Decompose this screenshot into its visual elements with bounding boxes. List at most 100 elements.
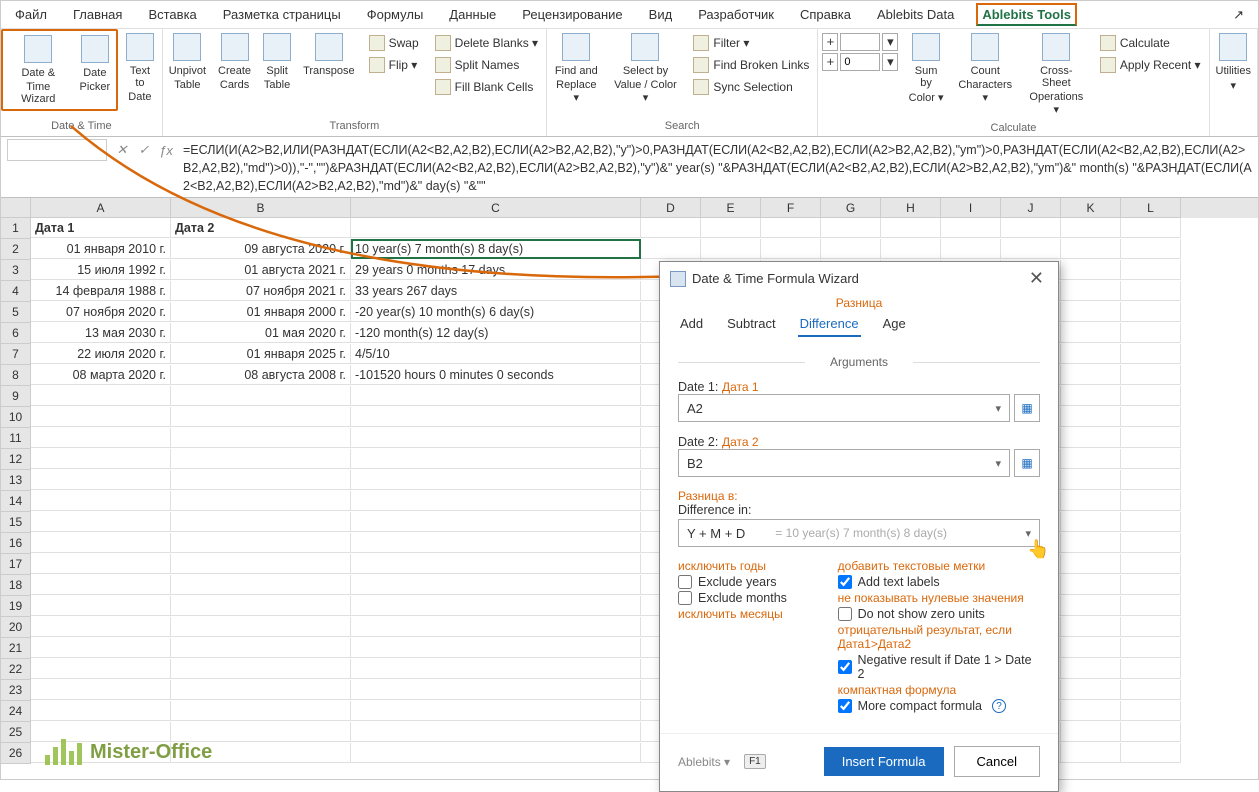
date2-input[interactable]: B2▾ (678, 449, 1010, 477)
cell[interactable] (701, 218, 761, 238)
cell[interactable] (641, 218, 701, 238)
cell[interactable] (1121, 701, 1181, 721)
cell[interactable] (1121, 407, 1181, 427)
cell[interactable] (1121, 512, 1181, 532)
cell[interactable] (171, 512, 351, 532)
delete-blanks--button[interactable]: Delete Blanks ▾ (429, 33, 544, 53)
col-header-D[interactable]: D (641, 198, 701, 218)
exclude-years-checkbox[interactable]: Exclude years (678, 575, 834, 589)
spinner-input[interactable] (840, 53, 880, 71)
cell[interactable] (171, 470, 351, 490)
cell[interactable] (1121, 365, 1181, 385)
date-time-wizard-button[interactable]: Date &Time Wizard (3, 31, 74, 109)
cell[interactable]: 01 января 2025 г. (171, 344, 351, 364)
cell[interactable]: 22 июля 2020 г. (31, 344, 171, 364)
cell[interactable]: -20 year(s) 10 month(s) 6 day(s) (351, 302, 641, 322)
row-header[interactable]: 13 (1, 470, 31, 491)
cell[interactable] (171, 701, 351, 721)
cell[interactable] (351, 533, 641, 553)
cell[interactable] (1121, 659, 1181, 679)
count-characters-button[interactable]: CountCharacters ▾ (950, 29, 1021, 108)
utilities-button[interactable]: Utilities▾ (1210, 29, 1257, 96)
cell[interactable] (1121, 638, 1181, 658)
cell[interactable]: 01 августа 2021 г. (171, 260, 351, 280)
cell[interactable] (1121, 302, 1181, 322)
cell[interactable] (1061, 596, 1121, 616)
split-table-button[interactable]: SplitTable (257, 29, 297, 95)
date1-range-button[interactable]: ▦ (1014, 394, 1040, 422)
cell[interactable] (1121, 722, 1181, 742)
menu-ablebits-data[interactable]: Ablebits Data (873, 3, 958, 26)
cell[interactable] (1121, 428, 1181, 448)
date2-range-button[interactable]: ▦ (1014, 449, 1040, 477)
row-header[interactable]: 23 (1, 680, 31, 701)
cell[interactable]: 13 мая 2030 г. (31, 323, 171, 343)
f1-help-icon[interactable]: F1 (744, 754, 766, 769)
cell[interactable] (351, 218, 641, 238)
cell[interactable] (351, 512, 641, 532)
share-icon[interactable]: ↗ (1229, 3, 1248, 27)
cell[interactable] (1061, 323, 1121, 343)
cell[interactable] (1121, 449, 1181, 469)
cell[interactable] (351, 680, 641, 700)
cell[interactable] (31, 386, 171, 406)
no-zero-units-checkbox[interactable]: Do not show zero units (838, 607, 1040, 621)
negative-result-checkbox[interactable]: Negative result if Date 1 > Date 2 (838, 653, 1040, 681)
cell[interactable] (1121, 743, 1181, 763)
row-header[interactable]: 6 (1, 323, 31, 344)
help-icon[interactable]: ? (992, 699, 1006, 713)
cell[interactable]: 08 марта 2020 г. (31, 365, 171, 385)
menu-разметка-страницы[interactable]: Разметка страницы (219, 3, 345, 26)
cell[interactable] (1061, 638, 1121, 658)
cell[interactable] (1121, 323, 1181, 343)
cell[interactable]: 33 years 267 days (351, 281, 641, 301)
cell[interactable] (881, 218, 941, 238)
cell[interactable] (351, 428, 641, 448)
row-header[interactable]: 7 (1, 344, 31, 365)
cell[interactable]: 10 year(s) 7 month(s) 8 day(s) (351, 239, 641, 259)
row-header[interactable]: 18 (1, 575, 31, 596)
cell[interactable]: 15 июля 1992 г. (31, 260, 171, 280)
cell[interactable] (31, 638, 171, 658)
cell[interactable] (351, 743, 641, 763)
flip--button[interactable]: Flip ▾ (363, 55, 425, 75)
menu-главная[interactable]: Главная (69, 3, 126, 26)
row-header[interactable]: 11 (1, 428, 31, 449)
cell[interactable]: 29 years 0 months 17 days (351, 260, 641, 280)
spinner-up[interactable]: + (822, 33, 838, 51)
split-names-button[interactable]: Split Names (429, 55, 544, 75)
row-header[interactable]: 5 (1, 302, 31, 323)
cell[interactable] (31, 575, 171, 595)
cell[interactable] (351, 659, 641, 679)
col-header-A[interactable]: A (31, 198, 171, 218)
cell[interactable] (1061, 428, 1121, 448)
cell[interactable]: 01 января 2000 г. (171, 302, 351, 322)
select-by-value-button[interactable]: Select byValue / Color ▾ (606, 29, 686, 108)
cell[interactable]: Дата 2 (171, 218, 351, 238)
exclude-months-checkbox[interactable]: Exclude months (678, 591, 834, 605)
menu-справка[interactable]: Справка (796, 3, 855, 26)
cell[interactable] (1061, 218, 1121, 238)
cell[interactable]: -120 month(s) 12 day(s) (351, 323, 641, 343)
unpivot-table-button[interactable]: UnpivotTable (163, 29, 212, 95)
cell[interactable] (171, 638, 351, 658)
tab-subtract[interactable]: Subtract (725, 312, 777, 337)
cell[interactable] (31, 449, 171, 469)
cell[interactable] (351, 701, 641, 721)
cell[interactable] (31, 554, 171, 574)
row-header[interactable]: 4 (1, 281, 31, 302)
cell[interactable]: 09 августа 2020 г. (171, 239, 351, 259)
col-header-F[interactable]: F (761, 198, 821, 218)
sum-by-color-button[interactable]: Sum byColor ▾ (902, 29, 949, 108)
fx-icon[interactable]: ƒx (157, 141, 175, 159)
row-header[interactable]: 19 (1, 596, 31, 617)
cell[interactable] (1061, 512, 1121, 532)
cell[interactable] (1061, 617, 1121, 637)
cell[interactable]: 07 ноября 2020 г. (31, 302, 171, 322)
cell[interactable] (1121, 281, 1181, 301)
compact-formula-checkbox[interactable]: More compact formula? (838, 699, 1040, 713)
menu-ablebits-tools[interactable]: Ablebits Tools (976, 3, 1077, 26)
tab-difference[interactable]: Difference (798, 312, 861, 337)
cell[interactable] (1061, 743, 1121, 763)
row-header[interactable]: 1 (1, 218, 31, 239)
